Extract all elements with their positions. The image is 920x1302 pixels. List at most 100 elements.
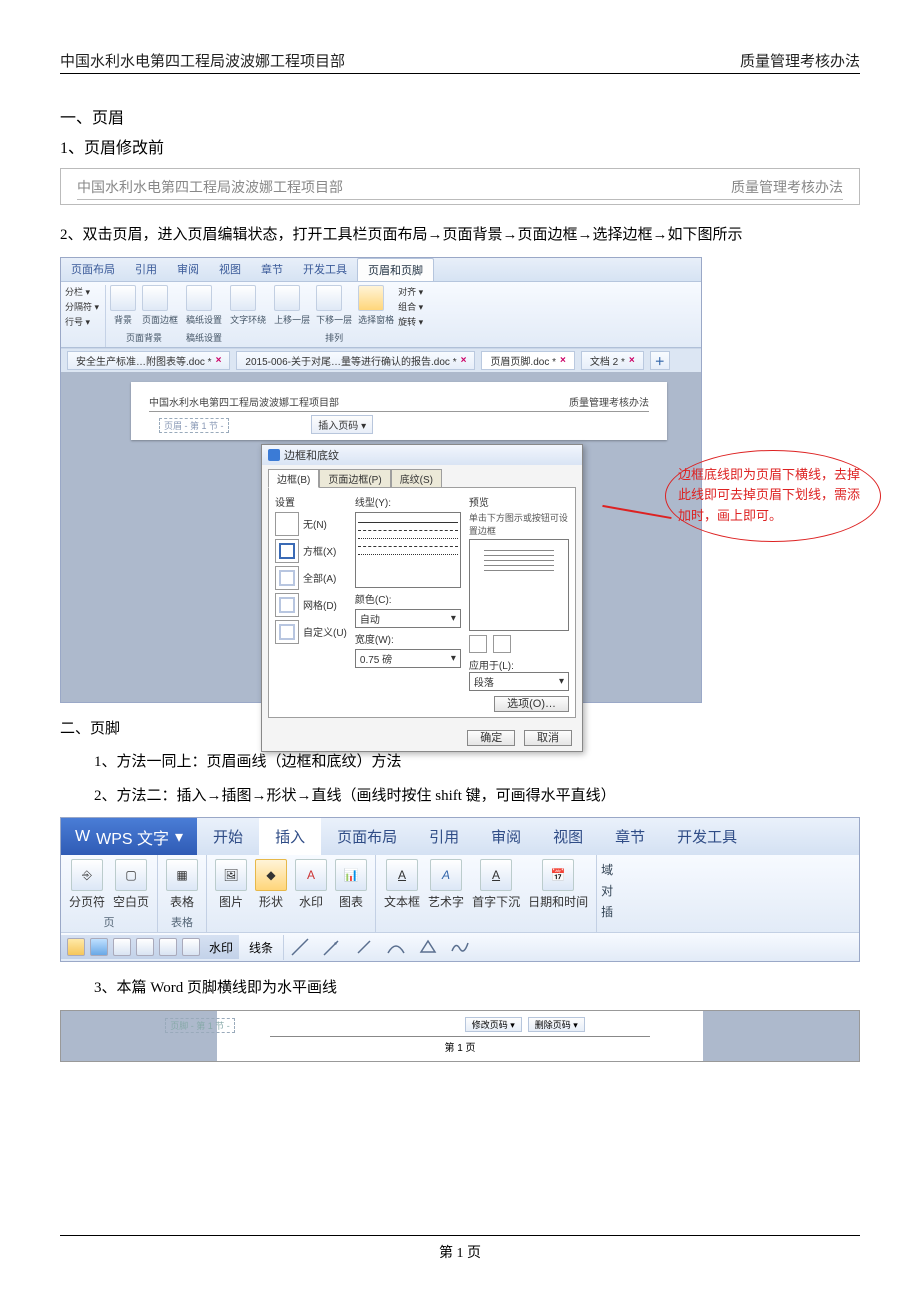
- side-opt-2[interactable]: 对: [601, 882, 613, 899]
- page-footer: 第 1 页: [0, 1235, 920, 1262]
- tab-page-layout[interactable]: 页面布局: [321, 818, 413, 855]
- linetype-list[interactable]: [355, 512, 461, 588]
- opt-align[interactable]: 对齐 ▾: [398, 285, 423, 298]
- footer-fig-right-margin: [703, 1011, 859, 1061]
- picture-button[interactable]: 🖼图片: [215, 859, 247, 910]
- textbox-button[interactable]: A文本框: [384, 859, 420, 910]
- opt-grid[interactable]: 网格(D): [275, 593, 347, 617]
- blank-page-button[interactable]: ▢空白页: [113, 859, 149, 910]
- send-back-icon[interactable]: [316, 285, 342, 311]
- opt-columns[interactable]: 分栏 ▾: [65, 285, 99, 298]
- dlg-tab-border[interactable]: 边框(B): [268, 469, 319, 488]
- table-button[interactable]: ▦表格: [166, 859, 198, 910]
- tab-header-footer[interactable]: 页眉和页脚: [357, 258, 434, 281]
- page-break-button[interactable]: ⎆分页符: [69, 859, 105, 910]
- undo-icon[interactable]: [159, 938, 177, 956]
- new-tab-button[interactable]: ＋: [650, 351, 670, 370]
- doc-tab-1[interactable]: 安全生产标准…附图表等.doc *×: [67, 351, 230, 370]
- opt-all[interactable]: 全部(A): [275, 566, 347, 590]
- tab-section[interactable]: 章节: [599, 818, 661, 855]
- ribbon-side-column: 分栏 ▾ 分隔符 ▾ 行号 ▾: [65, 285, 106, 347]
- tab-section[interactable]: 章节: [251, 258, 293, 281]
- curve-shape[interactable]: [385, 936, 407, 958]
- tab-insert[interactable]: 插入: [259, 818, 321, 855]
- section-2-method2: 2、方法二：插入→插图→形状→直线（画线时按住 shift 键，可画得水平直线）: [60, 784, 860, 810]
- delete-page-number-button[interactable]: 删除页码 ▾: [528, 1017, 585, 1032]
- qat-label: 水印: [209, 939, 233, 956]
- dropcap-button[interactable]: A首字下沉: [472, 859, 520, 910]
- opt-group[interactable]: 组合 ▾: [398, 300, 423, 313]
- open-icon[interactable]: [67, 938, 85, 956]
- opt-custom[interactable]: 自定义(U): [275, 620, 347, 644]
- close-icon[interactable]: ×: [216, 355, 222, 366]
- chart-button[interactable]: 📊图表: [335, 859, 367, 910]
- tab-review[interactable]: 审阅: [167, 258, 209, 281]
- cancel-button[interactable]: 取消: [524, 730, 572, 746]
- preview-icon[interactable]: [136, 938, 154, 956]
- print-icon[interactable]: [113, 938, 131, 956]
- bg-icon[interactable]: [110, 285, 136, 311]
- save-icon[interactable]: [90, 938, 108, 956]
- wps-app-button[interactable]: W WPS 文字 ▾: [61, 818, 197, 855]
- opt-none[interactable]: 无(N): [275, 512, 347, 536]
- wordart-button[interactable]: A艺术字: [428, 859, 464, 910]
- dlg-tab-page-border[interactable]: 页面边框(P): [319, 469, 390, 488]
- close-icon[interactable]: ×: [629, 355, 635, 366]
- arrow-shape[interactable]: [321, 936, 343, 958]
- double-arrow-shape[interactable]: [353, 936, 375, 958]
- edit-page-number-button[interactable]: 修改页码 ▾: [465, 1017, 522, 1032]
- tab-reference[interactable]: 引用: [413, 818, 475, 855]
- opt-box[interactable]: 方框(X): [275, 539, 347, 563]
- shapes-category-label: 线条: [239, 935, 284, 960]
- page-break-icon: ⎆: [82, 868, 92, 883]
- wps-screenshot-1: 页面布局 引用 审阅 视图 章节 开发工具 页眉和页脚 分栏 ▾ 分隔符 ▾ 行…: [60, 257, 702, 703]
- opt-linenum[interactable]: 行号 ▾: [65, 315, 99, 328]
- opt-break[interactable]: 分隔符 ▾: [65, 300, 99, 313]
- tab-view[interactable]: 视图: [537, 818, 599, 855]
- edge-btn-left[interactable]: [469, 635, 487, 653]
- bring-fwd-icon[interactable]: [274, 285, 300, 311]
- shapes-button[interactable]: ◆形状: [255, 859, 287, 910]
- chevron-down-icon: ▾: [451, 613, 456, 624]
- redo-icon[interactable]: [182, 938, 200, 956]
- scribble-shape[interactable]: [449, 936, 471, 958]
- tab-review[interactable]: 审阅: [475, 818, 537, 855]
- options-button[interactable]: 选项(O)…: [494, 696, 569, 712]
- tab-home[interactable]: 开始: [197, 818, 259, 855]
- group-paper: 稿纸设置 稿纸设置: [186, 285, 222, 347]
- dlg-tab-shading[interactable]: 底纹(S): [391, 469, 442, 488]
- insert-page-number-button[interactable]: 插入页码 ▾: [311, 415, 373, 434]
- apply-combo[interactable]: 段落▾: [469, 672, 569, 691]
- doc-tab-2[interactable]: 2015-006-关于对尾…量等进行确认的报告.doc *×: [236, 351, 475, 370]
- close-icon[interactable]: ×: [560, 355, 566, 366]
- group-arrange: 上移一层 下移一层 选择窗格 排列: [274, 285, 394, 347]
- section-1-item1: 1、页眉修改前: [60, 134, 860, 158]
- doc-tab-3[interactable]: 页眉页脚.doc *×: [481, 351, 574, 370]
- tab-view[interactable]: 视图: [209, 258, 251, 281]
- page-border-icon[interactable]: [142, 285, 168, 311]
- paper-setting-icon[interactable]: [186, 285, 212, 311]
- freeform-shape[interactable]: [417, 936, 439, 958]
- tab-dev[interactable]: 开发工具: [293, 258, 357, 281]
- wrap-icon[interactable]: [230, 285, 256, 311]
- preview-column: 预览 单击下方图示或按钮可设置边框 应用于(L): 段落▾ 选项(O)…: [469, 494, 569, 711]
- tab-reference[interactable]: 引用: [125, 258, 167, 281]
- width-label: 宽度(W):: [355, 631, 461, 646]
- preview-box[interactable]: [469, 539, 569, 631]
- color-combo[interactable]: 自动▾: [355, 609, 461, 628]
- edge-btn-right[interactable]: [493, 635, 511, 653]
- select-pane-icon[interactable]: [358, 285, 384, 311]
- close-icon[interactable]: ×: [461, 355, 467, 366]
- side-opt-1[interactable]: 域: [601, 861, 613, 878]
- width-combo[interactable]: 0.75 磅▾: [355, 649, 461, 668]
- group-table: ▦表格 表格: [158, 855, 207, 932]
- tab-page-layout[interactable]: 页面布局: [61, 258, 125, 281]
- datetime-button[interactable]: 📅日期和时间: [528, 859, 588, 910]
- ok-button[interactable]: 确定: [467, 730, 515, 746]
- doc-tab-4[interactable]: 文档 2 *×: [581, 351, 644, 370]
- tab-dev[interactable]: 开发工具: [661, 818, 753, 855]
- opt-rotate[interactable]: 旋转 ▾: [398, 315, 423, 328]
- side-opt-3[interactable]: 插: [601, 903, 613, 920]
- line-shape[interactable]: [289, 936, 311, 958]
- watermark-button[interactable]: A水印: [295, 859, 327, 910]
